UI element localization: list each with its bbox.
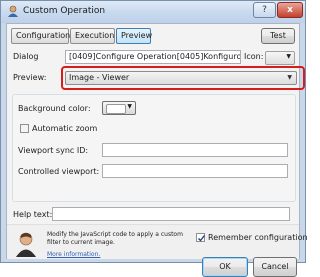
controlled-viewport-input[interactable] — [102, 164, 288, 178]
dialog-body: Configuration Execution Preview Test Dia… — [6, 23, 308, 277]
close-button[interactable]: x — [277, 2, 303, 18]
automatic-zoom-label: Automatic zoom — [32, 124, 98, 133]
background-color-picker[interactable]: ▼ — [102, 101, 136, 115]
title-bar: Custom Operation ? x — [1, 1, 305, 23]
controlled-viewport-label: Controlled viewport: — [18, 167, 100, 176]
checkmark-icon — [198, 235, 206, 242]
avatar — [16, 232, 36, 257]
ok-button[interactable]: OK — [202, 257, 248, 277]
footer: Modify the JavaScript code to apply a cu… — [7, 224, 308, 277]
tab-preview[interactable]: Preview — [116, 28, 152, 44]
automatic-zoom-checkbox[interactable] — [20, 124, 29, 133]
dialog-field[interactable]: [0409]Configure Operation[0405]Konfiguro… — [65, 50, 241, 64]
chevron-down-icon: ▼ — [127, 103, 132, 110]
chevron-down-icon: ▼ — [286, 53, 291, 60]
icon-dropdown[interactable]: ▼ — [265, 51, 295, 65]
footer-info-text: Modify the JavaScript code to apply a cu… — [47, 231, 183, 246]
remember-configuration-label: Remember configuration — [208, 233, 308, 242]
preview-label: Preview: — [13, 73, 47, 82]
custom-operation-dialog: Custom Operation ? x Configuration Execu… — [0, 0, 308, 277]
more-information-link[interactable]: More information. — [47, 251, 100, 258]
viewport-sync-input[interactable] — [102, 143, 288, 157]
tab-execution[interactable]: Execution — [70, 28, 115, 44]
remember-configuration-checkbox[interactable] — [196, 233, 206, 242]
tab-configuration[interactable]: Configuration — [11, 28, 70, 44]
help-text-input[interactable] — [52, 207, 290, 221]
color-swatch — [106, 104, 126, 114]
dialog-label: Dialog — [13, 52, 39, 61]
viewport-sync-label: Viewport sync ID: — [18, 146, 89, 155]
icon-label: Icon: — [244, 52, 264, 61]
test-button[interactable]: Test — [261, 28, 295, 44]
help-button[interactable]: ? — [253, 2, 276, 18]
cancel-button[interactable]: Cancel — [253, 257, 297, 277]
background-color-label: Background color: — [18, 104, 91, 113]
user-icon — [8, 5, 18, 17]
help-text-label: Help text: — [13, 210, 53, 219]
viewer-settings-panel: Background color: ▼ Automatic zoom Viewp… — [12, 94, 296, 202]
window-title: Custom Operation — [23, 6, 106, 16]
preview-highlight — [61, 66, 305, 90]
